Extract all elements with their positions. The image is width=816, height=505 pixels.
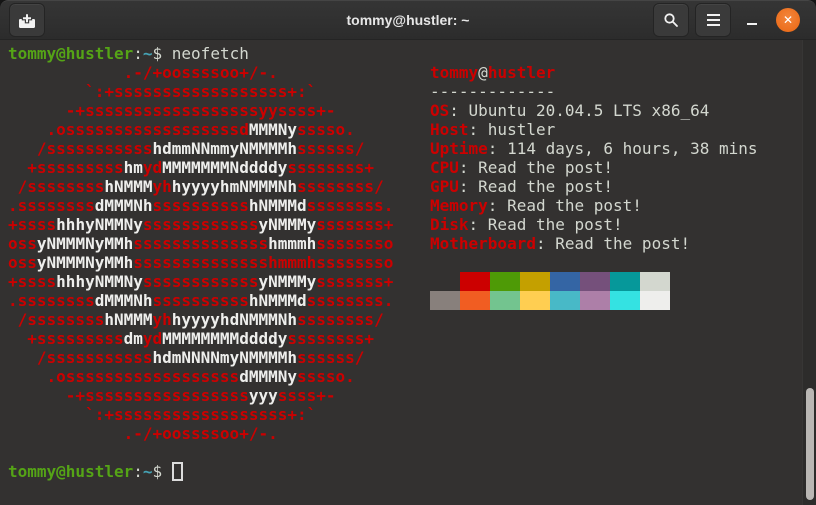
- minimize-icon: [747, 23, 757, 25]
- terminal-window: tommy@hustler: ~ ✕ tommy@hust: [0, 0, 816, 505]
- palette-swatch: [610, 291, 640, 310]
- info-line: CPU: Read the post!: [430, 158, 758, 177]
- titlebar: tommy@hustler: ~ ✕: [0, 0, 816, 40]
- palette-swatch: [430, 291, 460, 310]
- palette-swatch: [640, 272, 670, 291]
- palette-swatch: [550, 272, 580, 291]
- palette-swatch: [460, 291, 490, 310]
- search-icon: [663, 12, 679, 28]
- prompt-colon: :: [133, 44, 143, 63]
- new-tab-icon: [18, 12, 36, 29]
- close-icon: ✕: [783, 14, 793, 26]
- palette-swatch: [640, 291, 670, 310]
- info-line: Disk: Read the post!: [430, 215, 758, 234]
- search-button[interactable]: [653, 3, 689, 37]
- art-line: /ssssssssssshdmNNNNmyNMMMMhssssss/: [8, 348, 393, 367]
- titlebar-controls: ✕: [653, 3, 816, 37]
- art-line: -+ssssssssssssssssssyyssss+-: [8, 101, 393, 120]
- prompt-colon: :: [133, 462, 143, 481]
- minimize-button[interactable]: [741, 8, 763, 32]
- art-line: .ossssssssssssssssssdMMMNysssso.: [8, 120, 393, 139]
- terminal-cursor: [172, 462, 183, 481]
- prompt-user: tommy@hustler: [8, 44, 133, 63]
- info-line: tommy@hustler: [430, 63, 758, 82]
- close-button[interactable]: ✕: [776, 8, 800, 32]
- art-line: /sssssssshNMMMyhhyyyyhmNMMMNhssssssss/: [8, 177, 393, 196]
- menu-icon: [707, 14, 720, 26]
- art-line: `:+ssssssssssssssssss+:`: [8, 82, 393, 101]
- prompt-line-bottom: tommy@hustler:~$: [8, 462, 183, 481]
- info-line: OS: Ubuntu 20.04.5 LTS x86_64: [430, 101, 758, 120]
- info-line: Host: hustler: [430, 120, 758, 139]
- art-line: +sssshhhyNMMNyssssssssssssyNMMMysssssss+: [8, 215, 393, 234]
- info-line: Motherboard: Read the post!: [430, 234, 758, 253]
- terminal-screen[interactable]: tommy@hustler:~$ neofetch .-/+oossssoo+/…: [0, 40, 816, 505]
- art-line: .ssssssssdMMMNhsssssssssshNMMMdssssssss.: [8, 196, 393, 215]
- art-line: .-/+oossssoo+/-.: [8, 63, 393, 82]
- prompt-path: ~: [143, 462, 153, 481]
- prompt-dollar: $: [153, 44, 172, 63]
- blank-line: [430, 253, 758, 272]
- palette-swatch: [580, 291, 610, 310]
- palette-row-2: [430, 291, 758, 310]
- art-line: /ssssssssssshdmmNNmmyNMMMMhssssss/: [8, 139, 393, 158]
- palette-swatch: [490, 272, 520, 291]
- prompt-dollar: $: [153, 462, 172, 481]
- menu-button[interactable]: [695, 3, 731, 37]
- palette-swatch: [520, 272, 550, 291]
- art-line: .ssssssssdMMMNhsssssssssshNMMMdssssssss.: [8, 291, 393, 310]
- palette-swatch: [490, 291, 520, 310]
- ascii-art-logo: .-/+oossssoo+/-. `:+ssssssssssssssssss+:…: [8, 63, 393, 443]
- art-line: +sssshhhyNMMNyssssssssssssyNMMMysssssss+: [8, 272, 393, 291]
- art-line: ossyNMMMNyMMhsssssssssssssshmmmhssssssso: [8, 253, 393, 272]
- art-line: .-/+oossssoo+/-.: [8, 424, 393, 443]
- scrollbar-track[interactable]: [802, 40, 816, 505]
- palette-swatch: [520, 291, 550, 310]
- art-line: +sssssssssdmydMMMMMMMMddddyssssssss+: [8, 329, 393, 348]
- art-line: -+sssssssssssssssssyyyssss+-: [8, 386, 393, 405]
- art-line: /sssssssshNMMMyhhyyyyhdNMMMNhssssssss/: [8, 310, 393, 329]
- prompt-user: tommy@hustler: [8, 462, 133, 481]
- palette-swatch: [550, 291, 580, 310]
- art-line: .ossssssssssssssssssdMMMNysssso.: [8, 367, 393, 386]
- art-line: +ssssssssshmydMMMMMMMNddddyssssssss+: [8, 158, 393, 177]
- scrollbar-thumb[interactable]: [806, 388, 814, 500]
- info-line: -------------: [430, 82, 758, 101]
- system-info: tommy@hustler-------------OS: Ubuntu 20.…: [430, 63, 758, 310]
- art-line: ossyNMMMNyMMhsssssssssssssshmmmhssssssso: [8, 234, 393, 253]
- prompt-line-top: tommy@hustler:~$ neofetch: [8, 44, 249, 63]
- info-line: Memory: Read the post!: [430, 196, 758, 215]
- command-text: neofetch: [172, 44, 249, 63]
- palette-swatch: [610, 272, 640, 291]
- palette-swatch: [430, 272, 460, 291]
- prompt-path: ~: [143, 44, 153, 63]
- info-line: GPU: Read the post!: [430, 177, 758, 196]
- palette-row-1: [430, 272, 758, 291]
- art-line: `:+ssssssssssssssssss+:`: [8, 405, 393, 424]
- palette-swatch: [580, 272, 610, 291]
- info-line: Uptime: 114 days, 6 hours, 38 mins: [430, 139, 758, 158]
- palette-swatch: [460, 272, 490, 291]
- new-tab-button[interactable]: [9, 3, 45, 37]
